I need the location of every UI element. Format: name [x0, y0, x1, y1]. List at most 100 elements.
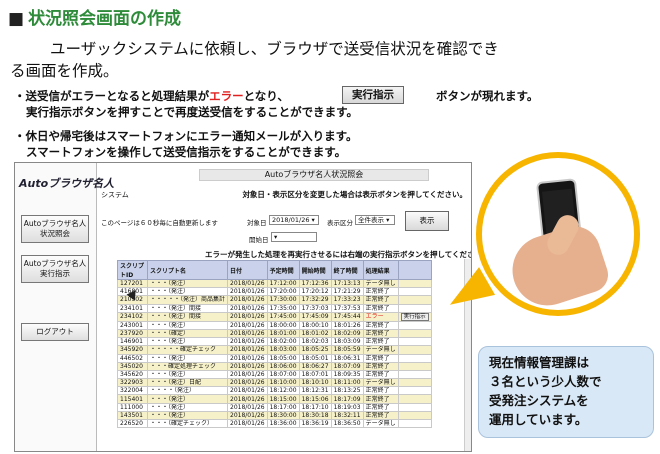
table-row: 111000 ・・・（発注） 2018/01/26 18:17:00 18:17:10 1… — [117, 402, 432, 412]
category-label: 表示区分 — [327, 219, 353, 227]
show-button[interactable]: 表示 — [405, 211, 449, 231]
table-cell: 243001 — [117, 320, 148, 330]
smartphone-bubble — [476, 152, 640, 316]
table-cell: 18:00:10 — [298, 320, 332, 330]
retry-warning: エラーが発生した処理を再実行させるには右端の実行指示ボタンを押してください。 — [205, 250, 472, 259]
table-cell: 234102 — [117, 311, 148, 322]
col-script-id: スクリプトID — [117, 260, 148, 280]
table-cell: 17:21:29 — [330, 287, 364, 297]
table-row: 127201 ・・・（発注） 2018/01/26 17:12:00 17:12:36 1… — [117, 278, 432, 289]
table-cell — [397, 386, 432, 396]
table-cell: 2018/01/26 — [227, 378, 268, 388]
table-cell: 2018/01/26 — [227, 295, 268, 305]
sidebar: Autoブラウザ名人 Autoブラウザ名人 状況照会 Autoブラウザ名人 実行… — [15, 163, 114, 451]
table-cell: 2018/01/26 — [227, 278, 268, 289]
table-cell: 111000 — [117, 402, 148, 412]
bullet-2-line-2: スマートフォンを操作して送受信指示をすることができます。 — [26, 145, 347, 159]
table-cell: 17:12:36 — [298, 278, 332, 289]
table-cell: 17:45:09 — [298, 311, 332, 322]
b1-post: となると処理結果が — [106, 89, 210, 103]
table-cell: 18:06:00 — [266, 361, 300, 371]
table-cell: 18:05:00 — [266, 353, 300, 363]
info-line-2: ３名という少人数で — [489, 374, 602, 389]
status-inquiry-label-2: 状況照会 — [40, 229, 70, 238]
table-cell: 2018/01/26 — [227, 311, 268, 322]
table-cell: 18:12:31 — [298, 386, 332, 396]
table-cell: 正常終了 — [362, 402, 399, 412]
table-cell: 18:10:10 — [298, 378, 332, 388]
table-cell: 正常終了 — [362, 386, 399, 396]
table-row: 416801 ・・・（発注） 2018/01/26 17:20:00 17:20:12 1… — [117, 287, 432, 297]
table-cell: 17:45:00 — [266, 311, 300, 322]
table-row: 234101 ・・・（発注）間接 2018/01/26 17:35:00 17:37:0… — [117, 303, 432, 313]
table-cell: 2018/01/26 — [227, 320, 268, 330]
table-cell: 18:01:00 — [266, 328, 300, 339]
table-cell — [397, 410, 432, 421]
table-cell — [397, 345, 432, 355]
col-action — [397, 260, 432, 280]
intro-line-2: る画面を作成。 — [10, 62, 119, 80]
table-cell — [397, 287, 432, 297]
table-row: 345920 ・・・・・確定チェック 2018/01/26 18:03:00 18:05… — [117, 345, 432, 355]
info-box: 現在情報管理課は ３名という少人数で 受発注システムを 運用しています。 — [478, 346, 654, 438]
table-cell: 18:12:00 — [266, 386, 300, 396]
table-cell: 234101 — [117, 303, 148, 313]
table-cell: 345620 — [117, 369, 148, 380]
table-cell: 2018/01/26 — [227, 303, 268, 313]
table-cell — [397, 303, 432, 313]
table-cell: 17:37:03 — [298, 303, 332, 313]
table-cell: 18:07:09 — [330, 361, 364, 371]
b1-error-word: エラー — [71, 89, 107, 103]
bullet-2-line-1: ・休日や帰宅後はスマートフォンにエラー通知メールが入ります。 — [14, 129, 358, 143]
retry-button[interactable]: 実行指示 — [400, 313, 429, 321]
table-cell: 237920 — [117, 328, 148, 339]
table-cell: 実行指示 — [397, 311, 432, 322]
table-row: 146901 ・・・（発注） 2018/01/26 18:02:00 18:02:03 1… — [117, 337, 432, 347]
table-cell: 17:20:00 — [266, 287, 300, 297]
bullet-1-line-1: ・送受信がエラーとなると処理結果がエラーとなり、 — [14, 88, 358, 104]
table-cell: データ無し — [362, 418, 399, 429]
table-cell: 18:07:01 — [298, 369, 332, 380]
table-row: 237920 ・・・（確定） 2018/01/26 18:01:00 18:01:02 1… — [117, 328, 432, 339]
table-cell: 226520 — [117, 418, 148, 429]
table-cell: 正常終了 — [362, 295, 399, 305]
date-select[interactable]: 2018/01/26 ▾ — [269, 215, 319, 225]
logout-button[interactable]: ログアウト — [21, 323, 89, 341]
system-label: システム — [101, 191, 129, 199]
bullet-1-tail: ボタンが現れます。 — [436, 89, 539, 103]
table-cell: 322903 — [117, 378, 148, 388]
table-cell: ・・・（発注） — [146, 287, 229, 297]
col-script-name: スクリプト名 — [146, 260, 229, 280]
table-cell — [397, 328, 432, 339]
table-row: 234102 ・・・（発注）間接 2018/01/26 17:45:00 17:45:0… — [117, 311, 432, 322]
table-cell: 143501 — [117, 410, 148, 421]
table-cell: 2018/01/26 — [227, 287, 268, 297]
table-cell: ・・・（発注） — [146, 369, 229, 380]
info-line-3: 受発注システムを — [489, 393, 589, 408]
table-cell — [397, 337, 432, 347]
table-cell: 2018/01/26 — [227, 394, 268, 404]
table-cell: 345020 — [117, 361, 148, 371]
status-inquiry-label-1: Autoブラウザ名人 — [23, 219, 87, 228]
info-line-4: 運用しています。 — [489, 412, 588, 427]
table-row: 322903 ・・・（発注）日配 2018/01/26 18:10:00 18:10:1… — [117, 378, 432, 388]
table-header-row: スクリプトID スクリプト名 日付 予定時間 開始時間 終了時間 処理結果 — [117, 260, 432, 280]
status-inquiry-button[interactable]: Autoブラウザ名人 状況照会 — [21, 215, 89, 243]
execute-instruction-button[interactable]: Autoブラウザ名人 実行指示 — [21, 255, 89, 283]
table-cell: 18:17:09 — [330, 394, 364, 404]
table-row: 243001 ・・・（発注） 2018/01/26 18:00:00 18:00:10 1… — [117, 320, 432, 330]
table-cell: 18:11:00 — [330, 378, 364, 388]
b1-error-word-red: エラー — [209, 89, 244, 103]
table-cell: 18:00:00 — [266, 320, 300, 330]
table-cell: 18:05:01 — [298, 353, 332, 363]
period-select[interactable]: ▾ — [271, 232, 317, 242]
table-cell: データ無し — [362, 278, 399, 289]
table-cell: 18:19:03 — [330, 402, 364, 412]
table-cell: 18:06:27 — [298, 361, 332, 371]
table-cell: データ無し — [362, 345, 399, 355]
table-cell: 正常終了 — [362, 394, 399, 404]
table-cell: ・・・（発注） — [146, 278, 229, 289]
table-cell: 2018/01/26 — [227, 402, 268, 412]
category-select[interactable]: 全件表示 ▾ — [355, 215, 395, 225]
notice-text: 対象日・表示区分を変更した場合は表示ボタンを押してください。 — [242, 190, 467, 199]
